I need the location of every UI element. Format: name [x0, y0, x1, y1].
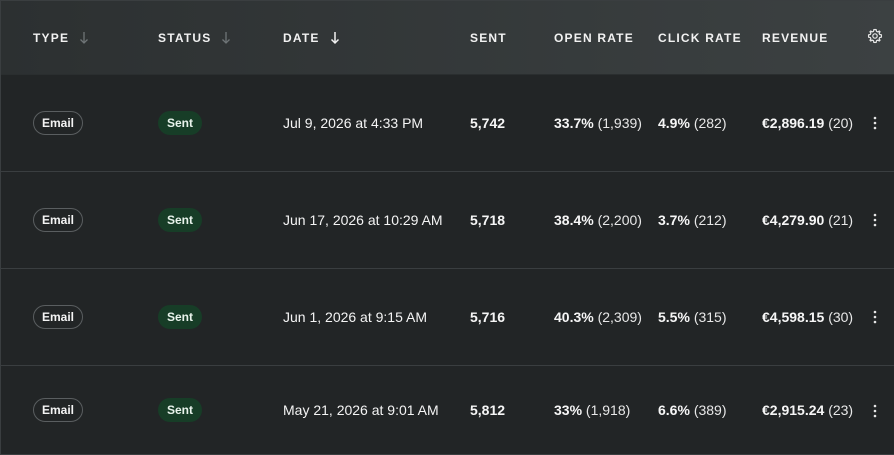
- kebab-icon[interactable]: [873, 404, 877, 418]
- status-badge: Sent: [158, 111, 203, 135]
- click-count: (282): [693, 115, 727, 131]
- cell-date: Jun 1, 2026 at 9:15 AM: [283, 309, 427, 325]
- column-header-status[interactable]: STATUS: [158, 1, 231, 74]
- status-badge: Sent: [158, 208, 203, 232]
- revenue-count: (30): [828, 309, 854, 325]
- cell-status: Sent: [158, 75, 203, 171]
- column-header-date[interactable]: DATE: [283, 1, 340, 74]
- cell-open-rate: 40.3% (2,309): [554, 269, 642, 365]
- cell-type: Email: [33, 75, 84, 171]
- cell-revenue: €4,279.90 (21): [762, 172, 853, 268]
- column-header-status-label: STATUS: [158, 30, 212, 45]
- column-header-click-rate[interactable]: CLICK RATE: [658, 1, 742, 74]
- cell-status: Sent: [158, 172, 203, 268]
- open-rate-value: 33%: [554, 402, 583, 418]
- open-rate-value: 38.4%: [554, 212, 594, 228]
- status-badge: Sent: [158, 305, 203, 329]
- open-count: (1,939): [597, 115, 642, 131]
- cell-click-rate: 4.9% (282): [658, 75, 727, 171]
- arrow-down-icon[interactable]: [330, 31, 340, 45]
- cell-open-rate: 33.7% (1,939): [554, 75, 642, 171]
- kebab-icon[interactable]: [873, 310, 877, 324]
- cell-sent: 5,716: [470, 309, 506, 325]
- cell-revenue: €4,598.15 (30): [762, 269, 853, 365]
- cell-sent: 5,812: [470, 402, 506, 418]
- click-count: (315): [693, 309, 727, 325]
- column-header-revenue-label: REVENUE: [762, 30, 829, 45]
- kebab-icon[interactable]: [873, 116, 877, 130]
- click-count: (389): [693, 402, 727, 418]
- column-header-click-rate-label: CLICK RATE: [658, 30, 742, 45]
- click-rate-value: 5.5%: [658, 309, 690, 325]
- cell-sent: 5,742: [470, 115, 506, 131]
- cell-type: Email: [33, 172, 84, 268]
- cell-click-rate: 3.7% (212): [658, 172, 727, 268]
- column-header-type[interactable]: TYPE: [33, 1, 89, 74]
- open-count: (2,309): [597, 309, 642, 325]
- cell-sent: 5,718: [470, 212, 506, 228]
- click-rate-value: 6.6%: [658, 402, 690, 418]
- revenue-value: €2,915.24: [762, 402, 825, 418]
- cell-open-rate: 38.4% (2,200): [554, 172, 642, 268]
- table-header: TYPE STATUS DATE SENT OPEN RATE CLICK RA…: [1, 1, 894, 75]
- revenue-value: €4,279.90: [762, 212, 825, 228]
- arrow-down-icon[interactable]: [79, 31, 89, 45]
- revenue-value: €2,896.19: [762, 115, 825, 131]
- type-badge: Email: [33, 111, 84, 135]
- kebab-icon[interactable]: [873, 213, 877, 227]
- revenue-count: (21): [828, 212, 854, 228]
- cell-type: Email: [33, 366, 84, 454]
- cell-status: Sent: [158, 366, 203, 454]
- click-rate-value: 4.9%: [658, 115, 690, 131]
- cell-type: Email: [33, 269, 84, 365]
- column-header-open-rate-label: OPEN RATE: [554, 30, 634, 45]
- revenue-count: (20): [828, 115, 854, 131]
- open-rate-value: 33.7%: [554, 115, 594, 131]
- open-count: (2,200): [597, 212, 642, 228]
- open-rate-value: 40.3%: [554, 309, 594, 325]
- cell-date: Jun 17, 2026 at 10:29 AM: [283, 212, 443, 228]
- column-header-revenue[interactable]: REVENUE: [762, 1, 828, 74]
- campaign-table: TYPE STATUS DATE SENT OPEN RATE CLICK RA…: [0, 0, 894, 455]
- table-row[interactable]: Email Sent Jul 9, 2026 at 4:33 PM 5,742 …: [1, 75, 894, 172]
- cell-click-rate: 5.5% (315): [658, 269, 727, 365]
- revenue-value: €4,598.15: [762, 309, 825, 325]
- column-header-sent[interactable]: SENT: [470, 1, 507, 74]
- type-badge: Email: [33, 398, 84, 422]
- column-header-type-label: TYPE: [33, 30, 70, 45]
- cell-date: Jul 9, 2026 at 4:33 PM: [283, 115, 424, 131]
- type-badge: Email: [33, 305, 84, 329]
- table-row[interactable]: Email Sent Jun 17, 2026 at 10:29 AM 5,71…: [1, 172, 894, 269]
- click-count: (212): [693, 212, 727, 228]
- table-row[interactable]: Email Sent May 21, 2026 at 9:01 AM 5,812…: [1, 366, 894, 454]
- cell-date: May 21, 2026 at 9:01 AM: [283, 402, 439, 418]
- table-row[interactable]: Email Sent Jun 1, 2026 at 9:15 AM 5,716 …: [1, 269, 894, 366]
- revenue-count: (23): [828, 402, 854, 418]
- type-badge: Email: [33, 208, 84, 232]
- arrow-down-icon[interactable]: [221, 31, 231, 45]
- gear-icon[interactable]: [867, 28, 883, 44]
- cell-status: Sent: [158, 269, 203, 365]
- cell-revenue: €2,915.24 (23): [762, 366, 853, 454]
- click-rate-value: 3.7%: [658, 212, 690, 228]
- column-header-date-label: DATE: [283, 30, 320, 45]
- status-badge: Sent: [158, 398, 203, 422]
- column-header-sent-label: SENT: [470, 30, 507, 45]
- open-count: (1,918): [585, 402, 631, 418]
- cell-click-rate: 6.6% (389): [658, 366, 727, 454]
- cell-open-rate: 33% (1,918): [554, 366, 630, 454]
- cell-revenue: €2,896.19 (20): [762, 75, 853, 171]
- column-header-open-rate[interactable]: OPEN RATE: [554, 1, 634, 74]
